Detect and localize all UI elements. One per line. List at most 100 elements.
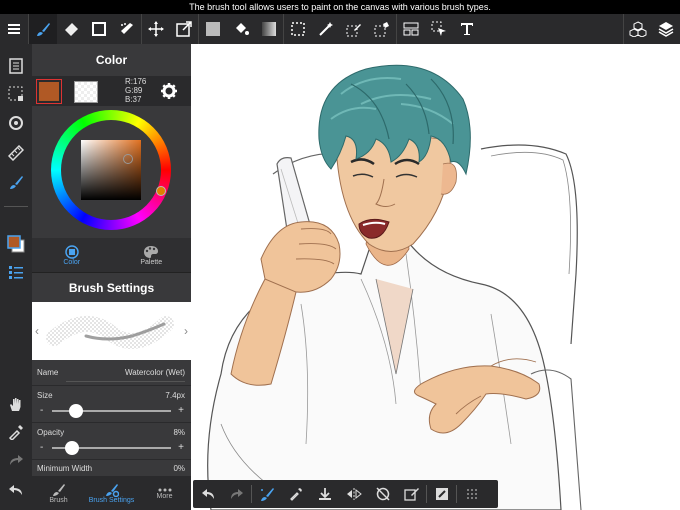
brush-panel-button[interactable] [0, 168, 32, 196]
brush-icon [52, 483, 65, 496]
eraser-tool-button[interactable] [57, 14, 85, 44]
layer-list-button[interactable] [0, 258, 32, 286]
tab-more[interactable]: More [138, 476, 191, 510]
flip-horizontal-icon [346, 488, 362, 500]
quick-edit-button[interactable] [397, 480, 426, 508]
brush-dots-icon [260, 488, 274, 501]
transform-icon [176, 21, 192, 37]
undo-button[interactable] [0, 476, 32, 504]
brush-tool-button[interactable] [29, 14, 57, 44]
redo-button[interactable] [0, 446, 32, 474]
drawing-canvas[interactable] [191, 44, 680, 510]
download-icon [318, 488, 331, 500]
rotate-disabled-icon [375, 487, 390, 501]
transform-tool-button[interactable] [170, 14, 198, 44]
ruler-button[interactable] [0, 139, 32, 167]
hand-icon [10, 398, 21, 411]
color-settings-button[interactable] [160, 82, 178, 105]
name-label: Name [37, 368, 59, 377]
saturation-value-square[interactable] [81, 140, 141, 200]
next-brush-button[interactable]: › [184, 324, 188, 338]
move-icon [148, 21, 164, 37]
brush-settings-list: Name Watercolor (Wet) Size 7.4px - + Opa… [32, 360, 191, 476]
size-slider-knob[interactable] [68, 404, 83, 418]
tab-brush-settings-label: Brush Settings [88, 496, 135, 504]
size-plus-button[interactable]: + [178, 405, 184, 416]
menu-button[interactable] [0, 14, 28, 44]
quick-flip-button[interactable] [339, 480, 368, 508]
select-eraser-button[interactable] [368, 14, 396, 44]
selection-layer-button[interactable] [0, 80, 32, 108]
dashed-select-icon [291, 22, 305, 36]
square-icon [92, 22, 106, 36]
select-pen-button[interactable] [340, 14, 368, 44]
hand-tool-button[interactable] [0, 390, 32, 418]
brush-icon [10, 176, 23, 189]
size-minus-button[interactable]: - [40, 405, 43, 416]
paint-bucket-icon [236, 23, 249, 35]
gradient-icon [262, 22, 276, 36]
lasso-fill-button[interactable] [113, 14, 141, 44]
rotate-view-button[interactable] [0, 109, 32, 137]
side-panel: Color R:176 G:89 B:37 Color Palette Brus… [32, 44, 191, 510]
gradient-tool-button[interactable] [255, 14, 283, 44]
select-eraser-icon [374, 22, 389, 37]
panel-layout-icon [403, 22, 419, 36]
eyedropper-button[interactable] [0, 418, 32, 446]
opacity-slider-knob[interactable] [65, 441, 80, 455]
fill-area-icon [435, 488, 448, 500]
rotate-icon [9, 116, 23, 130]
setting-opacity-row: Opacity 8% - + [32, 423, 191, 460]
document-button[interactable] [0, 52, 32, 80]
layers-button[interactable] [652, 14, 680, 44]
move-tool-button[interactable] [142, 14, 170, 44]
magic-wand-icon [319, 22, 333, 36]
quick-redo-button[interactable] [222, 480, 251, 508]
tab-palette[interactable]: Palette [112, 238, 192, 272]
redo-icon [230, 489, 243, 499]
tab-brush-settings[interactable]: Brush Settings [85, 476, 138, 510]
hue-picker-handle[interactable] [156, 186, 166, 196]
quick-rotate-button[interactable] [368, 480, 397, 508]
brush-settings-title: Brush Settings [32, 272, 191, 302]
magic-wand-button[interactable] [312, 14, 340, 44]
palette-icon [144, 245, 159, 258]
shape-tool-button[interactable] [85, 14, 113, 44]
dashed-select-icon [8, 86, 23, 101]
opacity-plus-button[interactable]: + [178, 442, 184, 453]
undo-icon [201, 489, 214, 499]
pen-dots-icon [121, 23, 133, 34]
edit-square-icon [403, 488, 419, 501]
quick-fill-button[interactable] [427, 480, 456, 508]
secondary-color-swatch[interactable] [74, 81, 98, 103]
quick-brush-button[interactable] [252, 480, 281, 508]
select-tool-button[interactable] [284, 14, 312, 44]
tab-color-label: Color [63, 258, 81, 266]
gear-icon [161, 83, 177, 99]
fill-color-button[interactable] [199, 14, 227, 44]
top-toolbar [0, 14, 680, 44]
bucket-tool-button[interactable] [227, 14, 255, 44]
prev-brush-button[interactable]: ‹ [35, 324, 39, 338]
color-panel-button[interactable] [0, 230, 32, 258]
materials-button[interactable] [624, 14, 652, 44]
frame-divider-button[interactable] [397, 14, 425, 44]
quick-grid-button[interactable] [457, 480, 486, 508]
brush-preview: ‹ › [32, 302, 191, 360]
sv-picker-handle[interactable] [123, 154, 133, 164]
redo-icon [10, 455, 23, 465]
primary-color-swatch[interactable] [36, 79, 62, 104]
quick-save-button[interactable] [310, 480, 339, 508]
quick-undo-button[interactable] [193, 480, 222, 508]
rgb-b-value: B:37 [125, 95, 142, 104]
tab-brush[interactable]: Brush [32, 476, 85, 510]
quick-eyedropper-button[interactable] [281, 480, 310, 508]
panel-bottom-tabs: Brush Brush Settings More [32, 476, 191, 510]
setting-name-row[interactable]: Name Watercolor (Wet) [32, 360, 191, 386]
fill-square-icon [206, 22, 220, 36]
tab-color[interactable]: Color [32, 238, 112, 272]
text-tool-button[interactable] [453, 14, 481, 44]
opacity-minus-button[interactable]: - [40, 442, 43, 453]
operation-tool-button[interactable] [425, 14, 453, 44]
eyedropper-icon [289, 488, 302, 501]
